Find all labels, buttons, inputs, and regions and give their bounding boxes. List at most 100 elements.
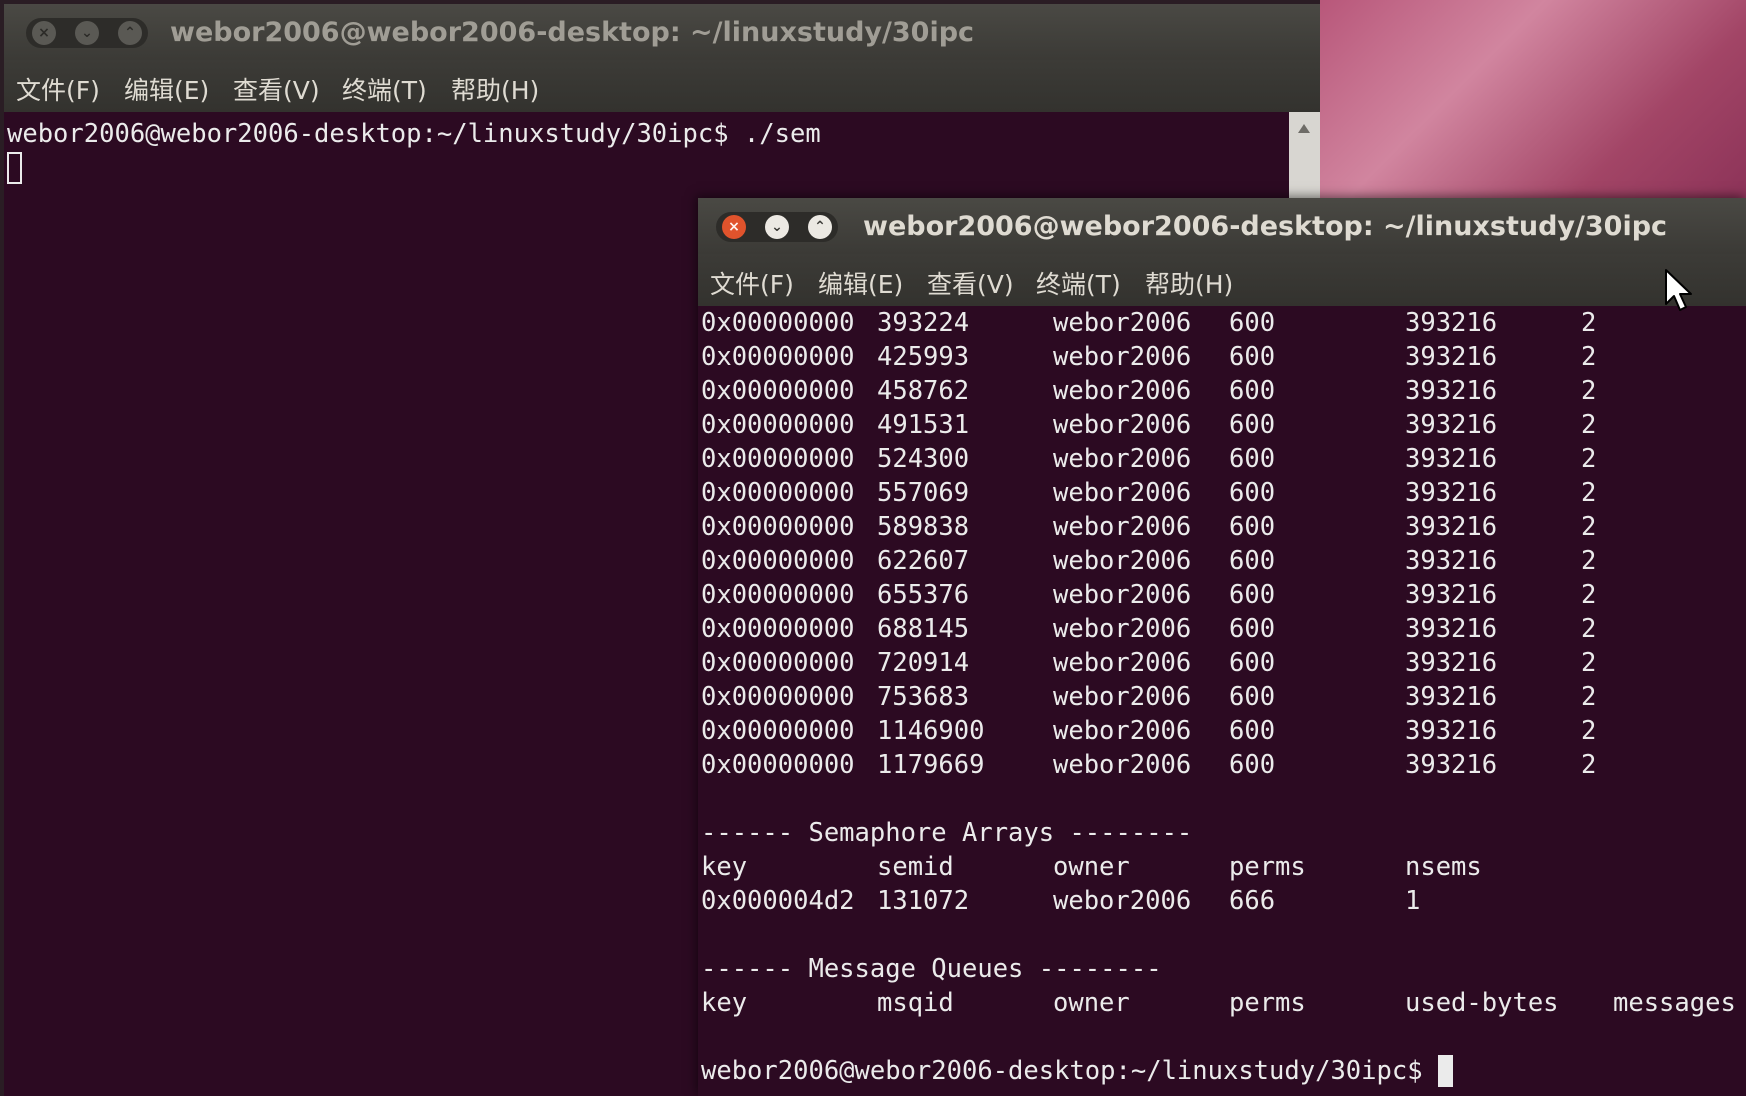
minimize-icon[interactable]: ⌄: [765, 215, 789, 239]
menu-bar: 文件(F) 编辑(E) 查看(V) 终端(T) 帮助(H): [4, 60, 1320, 112]
shm-perms: 600: [1229, 308, 1276, 338]
shm-id: 688145: [877, 614, 970, 644]
table-row: 0x00000000 622607 webor2006 600 393216 2: [701, 544, 1746, 578]
shm-owner: webor2006: [1053, 478, 1192, 508]
shm-id: 491531: [877, 410, 970, 440]
menu-edit[interactable]: 编辑(E): [818, 265, 903, 301]
table-row: 0x00000000 589838 webor2006 600 393216 2: [701, 510, 1746, 544]
sem-owner: webor2006: [1053, 886, 1192, 916]
menu-view[interactable]: 查看(V): [927, 265, 1014, 301]
menu-file[interactable]: 文件(F): [710, 265, 794, 301]
table-row: 0x00000000 655376 webor2006 600 393216 2: [701, 578, 1746, 612]
shm-key: 0x00000000: [701, 444, 855, 474]
shm-perms: 600: [1229, 410, 1276, 440]
terminal-window-front[interactable]: × ⌄ ⌃ webor2006@webor2006-desktop: ~/lin…: [698, 198, 1746, 1096]
msg-header-perms: perms: [1229, 988, 1306, 1018]
shm-bytes: 393216: [1405, 750, 1498, 780]
shared-memory-table: 0x00000000 393224 webor2006 600 393216 2 0x000…: [701, 306, 1746, 782]
title-bar[interactable]: × ⌄ ⌃ webor2006@webor2006-desktop: ~/lin…: [4, 4, 1320, 60]
menu-edit[interactable]: 编辑(E): [124, 71, 209, 107]
terminal-output[interactable]: 0x00000000 393224 webor2006 600 393216 2 0x000…: [701, 306, 1746, 1088]
shm-id: 655376: [877, 580, 970, 610]
shm-perms: 600: [1229, 512, 1276, 542]
menu-terminal[interactable]: 终端(T): [342, 71, 427, 107]
minimize-icon[interactable]: ⌄: [75, 21, 99, 45]
shm-nattch: 2: [1581, 478, 1597, 508]
shm-perms: 600: [1229, 750, 1276, 780]
shm-id: 753683: [877, 682, 970, 712]
terminal-output[interactable]: webor2006@webor2006-desktop:~/linuxstudy…: [7, 117, 821, 185]
table-row: 0x00000000 688145 webor2006 600 393216 2: [701, 612, 1746, 646]
menu-bar: 文件(F) 编辑(E) 查看(V) 终端(T) 帮助(H): [698, 254, 1746, 306]
shm-id: 425993: [877, 342, 970, 372]
table-row: 0x00000000 393224 webor2006 600 393216 2: [701, 306, 1746, 340]
sem-id: 131072: [877, 886, 970, 916]
shm-perms: 600: [1229, 614, 1276, 644]
shm-perms: 600: [1229, 580, 1276, 610]
table-row: 0x00000000 557069 webor2006 600 393216 2: [701, 476, 1746, 510]
msg-header-messages: messages: [1613, 988, 1736, 1018]
shm-bytes: 393216: [1405, 512, 1498, 542]
shm-owner: webor2006: [1053, 444, 1192, 474]
shm-owner: webor2006: [1053, 648, 1192, 678]
maximize-icon[interactable]: ⌃: [118, 21, 142, 45]
table-row: 0x00000000 458762 webor2006 600 393216 2: [701, 374, 1746, 408]
title-bar[interactable]: × ⌄ ⌃ webor2006@webor2006-desktop: ~/lin…: [698, 198, 1746, 254]
shm-owner: webor2006: [1053, 376, 1192, 406]
sem-header-owner: owner: [1053, 852, 1130, 882]
shm-owner: webor2006: [1053, 342, 1192, 372]
shm-nattch: 2: [1581, 546, 1597, 576]
menu-help[interactable]: 帮助(H): [1145, 265, 1233, 301]
sem-nsems: 1: [1405, 886, 1421, 916]
shm-id: 458762: [877, 376, 970, 406]
shm-key: 0x00000000: [701, 512, 855, 542]
window-title: webor2006@webor2006-desktop: ~/linuxstud…: [170, 17, 975, 48]
menu-file[interactable]: 文件(F): [16, 71, 100, 107]
shm-nattch: 2: [1581, 580, 1597, 610]
shm-bytes: 393216: [1405, 716, 1498, 746]
shm-nattch: 2: [1581, 682, 1597, 712]
shm-key: 0x00000000: [701, 546, 855, 576]
block-cursor: [1437, 1055, 1453, 1087]
close-icon[interactable]: ×: [32, 21, 56, 45]
shm-key: 0x00000000: [701, 614, 855, 644]
table-row: 0x00000000 753683 webor2006 600 393216 2: [701, 680, 1746, 714]
shm-id: 589838: [877, 512, 970, 542]
shm-owner: webor2006: [1053, 716, 1192, 746]
close-icon[interactable]: ×: [722, 215, 746, 239]
table-row: 0x00000000 1179669 webor2006 600 393216 2: [701, 748, 1746, 782]
shm-key: 0x00000000: [701, 376, 855, 406]
mouse-pointer-icon: [1665, 269, 1692, 311]
shm-id: 720914: [877, 648, 970, 678]
sem-perms: 666: [1229, 886, 1276, 916]
menu-terminal[interactable]: 终端(T): [1036, 265, 1121, 301]
shm-bytes: 393216: [1405, 478, 1498, 508]
shm-owner: webor2006: [1053, 546, 1192, 576]
window-title: webor2006@webor2006-desktop: ~/linuxstud…: [863, 211, 1668, 242]
sem-header-perms: perms: [1229, 852, 1306, 882]
menu-view[interactable]: 查看(V): [233, 71, 320, 107]
shm-key: 0x00000000: [701, 648, 855, 678]
shm-nattch: 2: [1581, 512, 1597, 542]
shm-bytes: 393216: [1405, 308, 1498, 338]
menu-help[interactable]: 帮助(H): [451, 71, 539, 107]
window-controls: × ⌄ ⌃: [26, 18, 148, 48]
shm-bytes: 393216: [1405, 546, 1498, 576]
shm-bytes: 393216: [1405, 648, 1498, 678]
semaphore-header-row: key semid owner perms nsems: [701, 850, 1746, 884]
command-line: webor2006@webor2006-desktop:~/linuxstudy…: [7, 119, 821, 149]
sem-header-key: key: [701, 852, 748, 882]
shm-key: 0x00000000: [701, 716, 855, 746]
shm-perms: 600: [1229, 478, 1276, 508]
sem-header-semid: semid: [877, 852, 954, 882]
shm-nattch: 2: [1581, 444, 1597, 474]
scroll-up-icon[interactable]: [1298, 124, 1310, 133]
shm-owner: webor2006: [1053, 614, 1192, 644]
shm-bytes: 393216: [1405, 614, 1498, 644]
msg-header-owner: owner: [1053, 988, 1130, 1018]
semaphore-row: 0x000004d2 131072 webor2006 666 1: [701, 884, 1746, 918]
shm-perms: 600: [1229, 648, 1276, 678]
shm-nattch: 2: [1581, 648, 1597, 678]
shm-nattch: 2: [1581, 342, 1597, 372]
maximize-icon[interactable]: ⌃: [808, 215, 832, 239]
